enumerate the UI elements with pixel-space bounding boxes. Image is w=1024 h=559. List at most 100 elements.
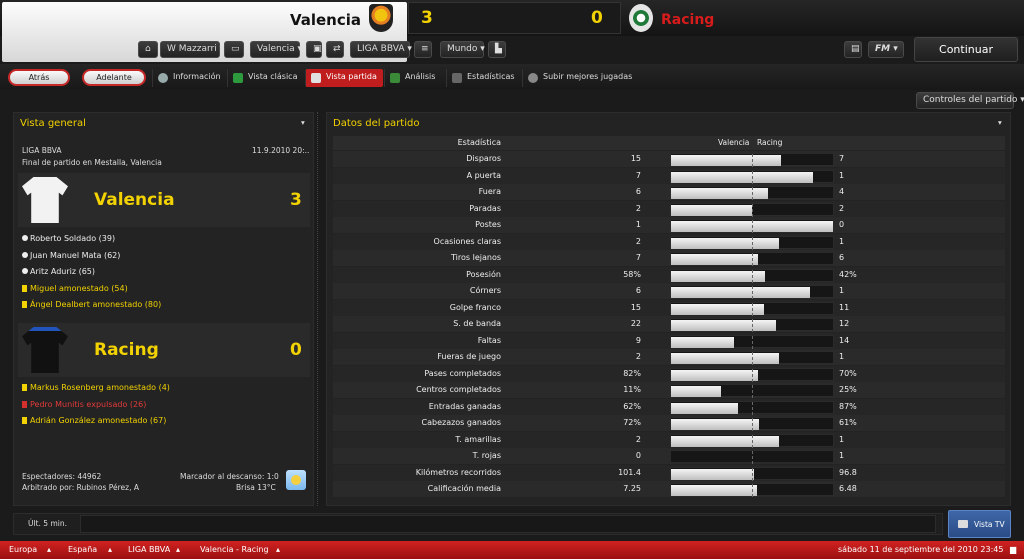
stat-home-value: 15 [630, 154, 641, 163]
stat-bar-track [670, 252, 834, 266]
tab-estadisticas[interactable]: Estadísticas [446, 69, 521, 87]
event-text: Markus Rosenberg amonestado (4) [30, 383, 170, 392]
stat-away-value: 2 [839, 203, 845, 213]
crumb-espana[interactable]: España [68, 545, 97, 554]
stat-bar-fill [671, 287, 810, 298]
stat-away-value: 14 [839, 335, 850, 345]
stat-row: Centros completados 11% 25% [333, 382, 1005, 398]
stat-away-value: 87% [839, 401, 857, 411]
stat-label: Entradas ganadas [428, 401, 501, 411]
stat-row: Fueras de juego 2 1 [333, 349, 1005, 365]
stat-home-value: 72% [623, 418, 641, 427]
list-icon[interactable]: ≡ [414, 41, 432, 58]
tv-view-label: Vista TV [974, 520, 1005, 529]
stat-home-value: 101.4 [618, 467, 641, 477]
crumb-chevron-icon: ▴ [276, 545, 281, 554]
home-icon[interactable]: ⌂ [138, 41, 158, 58]
crumb-europa[interactable]: Europa [9, 545, 37, 554]
match-event-item: Aritz Aduriz (65) [22, 267, 96, 276]
stat-bar-track [670, 235, 834, 250]
stats-menu-icon[interactable]: ▾ [998, 118, 1002, 127]
tab-vista-clasica[interactable]: Vista clásica [227, 69, 303, 87]
weather-sun-icon [286, 470, 306, 490]
tab-subir-jugadas[interactable]: Subir mejores jugadas [522, 69, 638, 87]
stat-bar-midline [752, 352, 753, 365]
stat-row: T. amarillas 2 1 [333, 431, 1005, 448]
club-dropdown[interactable]: Valencia ▾ [250, 41, 302, 58]
stat-bar-track [670, 301, 834, 316]
panel-splitter[interactable] [317, 112, 323, 506]
stat-label: T. rojas [472, 451, 501, 460]
event-text: Adrián González amonestado (67) [30, 416, 167, 425]
stat-bar-fill [671, 353, 779, 364]
stat-bar-track [670, 367, 834, 382]
back-button[interactable]: Atrás [8, 69, 70, 86]
classic-view-icon [233, 73, 243, 83]
stat-bar-fill [671, 254, 759, 265]
match-event-item: Pedro Munitis expulsado (26) [22, 400, 146, 409]
stat-bar-track [670, 318, 834, 332]
swap-icon[interactable]: ⇄ [326, 41, 344, 58]
stat-bar-fill [671, 270, 765, 282]
world-dropdown[interactable]: Mundo ▾ [440, 41, 485, 58]
stat-home-value: 2 [635, 203, 641, 213]
stat-row: Faltas 9 14 [333, 332, 1005, 349]
stat-bar-fill [671, 237, 779, 249]
stat-away-value: 4 [839, 187, 845, 196]
stat-label: A puerta [466, 170, 501, 180]
car-icon[interactable]: ▭ [224, 41, 244, 58]
overview-menu-icon[interactable]: ▾ [301, 118, 305, 127]
trophy-icon[interactable]: ▙ [488, 41, 506, 58]
stat-bar-track [670, 450, 834, 464]
overview-away-name: Racing [94, 340, 159, 360]
stat-label: Calificación media [427, 484, 501, 493]
tab-analisis[interactable]: Análisis [384, 69, 441, 87]
stat-away-value: 6 [839, 253, 845, 262]
tab-informacion[interactable]: Información [152, 69, 227, 87]
stat-home-value: 7 [635, 170, 641, 180]
stat-label: Posesión [466, 269, 501, 279]
tv-view-button[interactable]: Vista TV [948, 510, 1011, 538]
event-text: Aritz Aduriz (65) [30, 267, 96, 276]
folder-icon[interactable]: ▤ [844, 41, 862, 58]
crumb-match[interactable]: Valencia - Racing [200, 545, 269, 554]
forward-button[interactable]: Adelante [82, 69, 146, 86]
event-text: Juan Manuel Mata (62) [30, 250, 121, 260]
stat-home-value: 2 [635, 236, 641, 246]
stat-bar-fill [671, 485, 757, 496]
stat-home-value: 6 [635, 187, 641, 196]
stat-bar-fill [671, 320, 776, 331]
yellow-card-icon [22, 284, 27, 292]
save-icon[interactable]: ▣ [306, 41, 322, 58]
crumb-chevron-icon: ▴ [47, 545, 52, 554]
league-dropdown[interactable]: LIGA BBVA ▾ [350, 41, 412, 58]
manager-label: W Mazzarri [167, 44, 217, 54]
stat-label: Centros completados [416, 385, 501, 394]
stat-bar-fill [671, 419, 759, 430]
stats-title: Datos del partido [333, 118, 420, 129]
ball-icon [22, 268, 28, 274]
tv-icon [958, 520, 968, 528]
stat-home-value: 58% [623, 269, 641, 279]
crumb-chevron-icon: ▴ [108, 545, 113, 554]
stat-bar-midline [752, 368, 753, 382]
upload-icon [528, 73, 538, 83]
stat-row: A puerta 7 1 [333, 167, 1005, 184]
tab-vista-partida[interactable]: Vista partida [305, 69, 383, 87]
crumb-liga[interactable]: LIGA BBVA [128, 545, 170, 554]
stat-home-value: 22 [630, 319, 641, 328]
fm-menu-button[interactable]: FM ▾ [868, 41, 904, 58]
stat-row: Kilómetros recorridos 101.4 96.8 [333, 464, 1005, 481]
stat-bar-track [670, 400, 834, 415]
stat-home-value: 7.25 [623, 484, 641, 493]
stat-bar-fill [671, 386, 721, 397]
stat-away-value: 25% [839, 385, 857, 394]
match-controls-dropdown[interactable]: Controles del partido ▾ [916, 92, 1024, 109]
crumb-chevron-icon: ▴ [176, 545, 181, 554]
referee: Arbitrado por: Rubinos Pérez, A [22, 483, 139, 492]
yellow-card-icon [22, 301, 27, 308]
stat-bar-midline [752, 484, 753, 497]
continue-button[interactable]: Continuar [914, 37, 1018, 62]
manager-dropdown[interactable]: W Mazzarri ▾ [160, 41, 224, 58]
stat-bar-midline [752, 154, 753, 167]
